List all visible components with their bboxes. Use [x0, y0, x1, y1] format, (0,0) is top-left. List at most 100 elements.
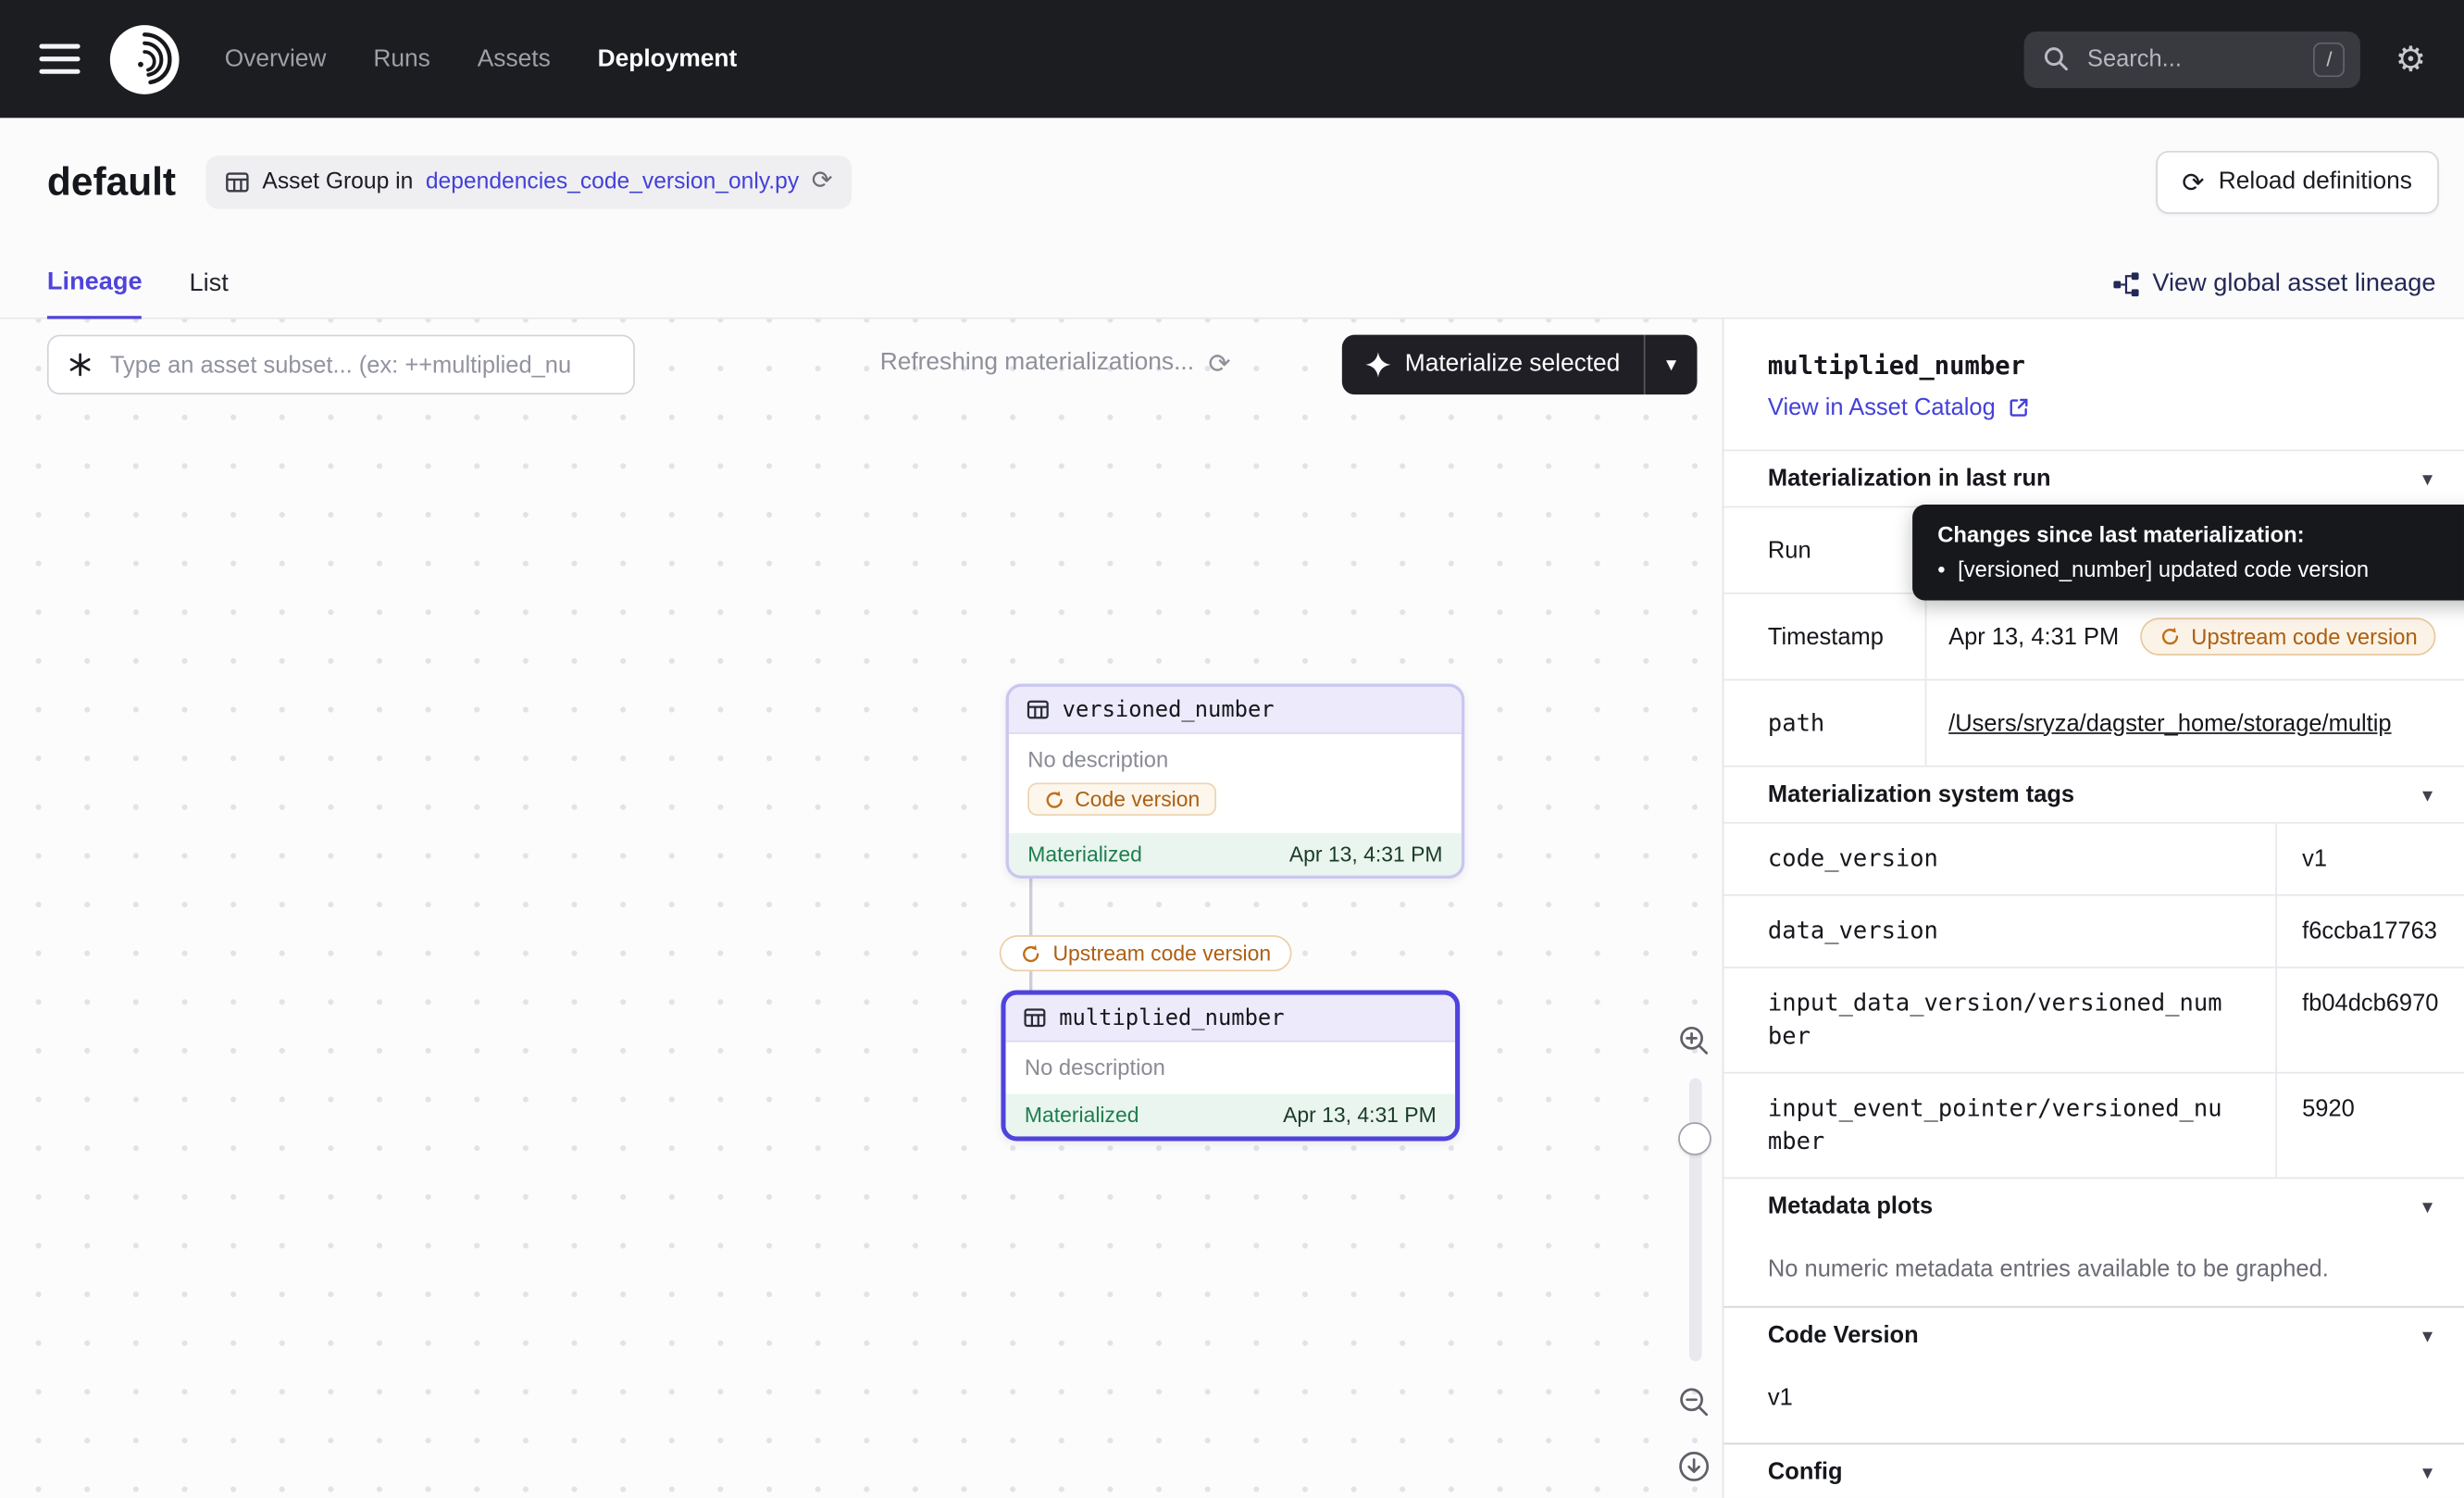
- sparkle-icon: [1365, 352, 1390, 377]
- code-version-icon: [1043, 788, 1065, 810]
- dagster-logo-icon[interactable]: [108, 23, 180, 95]
- upstream-code-version-label: Upstream code version: [1052, 942, 1271, 965]
- refresh-materializations-icon[interactable]: ⟳: [1208, 350, 1230, 377]
- lineage-graph-canvas[interactable]: Refreshing materializations... ⟳ Materia…: [0, 319, 1723, 1498]
- reload-definitions-button[interactable]: ⟳ Reload definitions: [2155, 151, 2438, 214]
- top-navigation-bar: Overview Runs Assets Deployment / ⚙: [0, 0, 2464, 118]
- tag-value: 5920: [2275, 1074, 2464, 1178]
- tab-lineage[interactable]: Lineage: [47, 268, 143, 318]
- section-metadata-plots[interactable]: Metadata plots ▾: [1724, 1179, 2464, 1233]
- search-shortcut-badge: /: [2313, 42, 2345, 76]
- system-tag-row: code_version v1: [1724, 824, 2464, 896]
- asset-name-title: multiplied_number: [1768, 351, 2420, 381]
- refreshing-label: Refreshing materializations...: [880, 349, 1194, 378]
- refresh-icon: ⟳: [2182, 169, 2204, 196]
- section-label: Config: [1768, 1458, 1843, 1485]
- materialize-dropdown-button[interactable]: ▾: [1644, 335, 1698, 395]
- asset-table-icon: [1027, 698, 1050, 721]
- zoom-out-icon[interactable]: [1676, 1385, 1711, 1419]
- zoom-slider-track[interactable]: [1689, 1079, 1702, 1362]
- chevron-down-icon: ▾: [2422, 466, 2433, 491]
- asset-node-body: No description Code version: [1009, 734, 1462, 832]
- tab-list[interactable]: List: [190, 270, 229, 318]
- search-box[interactable]: /: [2024, 31, 2360, 87]
- asset-group-prefix: Asset Group in: [262, 169, 413, 194]
- view-global-asset-lineage-label: View global asset lineage: [2152, 270, 2435, 299]
- primary-nav: Overview Runs Assets Deployment: [225, 44, 738, 73]
- nav-deployment[interactable]: Deployment: [598, 44, 738, 73]
- chevron-down-icon: ▾: [2422, 1459, 2433, 1484]
- nav-overview[interactable]: Overview: [225, 44, 327, 73]
- section-materialization-system-tags[interactable]: Materialization system tags ▾: [1724, 767, 2464, 823]
- nav-assets[interactable]: Assets: [478, 44, 551, 73]
- nav-runs[interactable]: Runs: [373, 44, 429, 73]
- panel-head: multiplied_number View in Asset Catalog: [1724, 319, 2464, 450]
- reload-group-icon[interactable]: ⟳: [812, 169, 833, 194]
- asset-node-multiplied-number[interactable]: multiplied_number No description Materia…: [1001, 991, 1460, 1142]
- asset-group-icon: [225, 169, 250, 194]
- asset-details-panel: multiplied_number View in Asset Catalog …: [1723, 319, 2464, 1498]
- view-global-asset-lineage-link[interactable]: View global asset lineage: [2111, 270, 2435, 318]
- asset-node-name: versioned_number: [1063, 697, 1275, 722]
- upstream-code-version-chip[interactable]: Upstream code version: [2141, 618, 2436, 655]
- zoom-slider-handle[interactable]: [1678, 1122, 1711, 1155]
- path-key: path: [1724, 680, 1924, 766]
- page-header: default Asset Group in dependencies_code…: [0, 118, 2464, 246]
- search-icon: [2043, 45, 2070, 72]
- asset-table-icon: [1023, 1006, 1046, 1030]
- section-label: Code Version: [1768, 1322, 1919, 1349]
- tag-value: f6ccba17763: [2275, 896, 2464, 967]
- external-link-icon: [2007, 396, 2030, 419]
- asset-group-file-link[interactable]: dependencies_code_version_only.py: [426, 169, 799, 194]
- asset-subset-input[interactable]: [106, 350, 614, 380]
- gear-icon[interactable]: ⚙: [2396, 42, 2427, 76]
- hamburger-menu-icon[interactable]: [39, 44, 80, 74]
- chevron-down-icon: ▾: [2422, 1323, 2433, 1348]
- upstream-code-version-chip[interactable]: Upstream code version: [1000, 935, 1291, 971]
- op-selector-icon: [68, 352, 93, 377]
- topbar-right-group: / ⚙: [2024, 31, 2426, 87]
- upstream-code-version-label: Upstream code version: [2191, 624, 2417, 649]
- system-tag-row: input_data_version/versioned_number fb04…: [1724, 968, 2464, 1074]
- section-config[interactable]: Config ▾: [1724, 1444, 2464, 1498]
- asset-node-name: multiplied_number: [1059, 1005, 1284, 1030]
- view-in-asset-catalog-label: View in Asset Catalog: [1768, 394, 1996, 421]
- asset-node-versioned-number[interactable]: versioned_number No description Code ver…: [1006, 683, 1465, 878]
- materialized-status: Materialized: [1025, 1104, 1139, 1127]
- view-in-asset-catalog-link[interactable]: View in Asset Catalog: [1768, 394, 2420, 421]
- asset-node-footer: Materialized Apr 13, 4:31 PM: [1006, 1094, 1456, 1137]
- metadata-plots-empty-note: No numeric metadata entries available to…: [1724, 1234, 2464, 1308]
- content-area: Refreshing materializations... ⟳ Materia…: [0, 319, 2464, 1498]
- code-version-tag-label: Code version: [1075, 788, 1200, 811]
- system-tag-row: data_version f6ccba17763: [1724, 896, 2464, 968]
- refreshing-status: Refreshing materializations... ⟳: [880, 349, 1231, 378]
- tag-key: input_data_version/versioned_number: [1724, 968, 2275, 1072]
- path-value-link[interactable]: /Users/sryza/dagster_home/storage/multip: [1948, 710, 2391, 737]
- asset-node-description: No description: [1025, 1055, 1437, 1080]
- asset-node-header: versioned_number: [1009, 687, 1462, 734]
- run-key: Run: [1724, 507, 1924, 593]
- changes-tooltip-item: [versioned_number] updated code version: [1958, 556, 2369, 581]
- reload-definitions-label: Reload definitions: [2219, 169, 2412, 197]
- changes-tooltip-title: Changes since last materialization:: [1937, 522, 2464, 547]
- asset-subset-filter[interactable]: [47, 335, 635, 395]
- section-label: Materialization system tags: [1768, 781, 2074, 808]
- materialize-selected-button[interactable]: Materialize selected ▾: [1342, 335, 1698, 395]
- search-input[interactable]: [2084, 44, 2314, 74]
- code-version-value: v1: [1724, 1363, 2464, 1444]
- section-label: Materialization in last run: [1768, 466, 2051, 493]
- download-graph-icon[interactable]: [1676, 1449, 1711, 1483]
- code-version-icon: [1020, 942, 1042, 965]
- view-tabs: Lineage List View global asset lineage: [0, 247, 2464, 319]
- system-tag-row: input_event_pointer/versioned_number 592…: [1724, 1074, 2464, 1180]
- materialized-status: Materialized: [1027, 842, 1142, 865]
- app-viewport: Overview Runs Assets Deployment / ⚙ defa…: [0, 0, 2464, 1498]
- zoom-in-icon[interactable]: [1676, 1023, 1711, 1057]
- section-label: Metadata plots: [1768, 1193, 1933, 1220]
- section-code-version[interactable]: Code Version ▾: [1724, 1307, 2464, 1362]
- chevron-down-icon: ▾: [1666, 352, 1676, 377]
- global-lineage-icon: [2111, 270, 2140, 299]
- section-materialization-in-last-run[interactable]: Materialization in last run ▾: [1724, 450, 2464, 508]
- code-version-tag[interactable]: Code version: [1027, 782, 1215, 816]
- materialized-time: Apr 13, 4:31 PM: [1283, 1104, 1437, 1127]
